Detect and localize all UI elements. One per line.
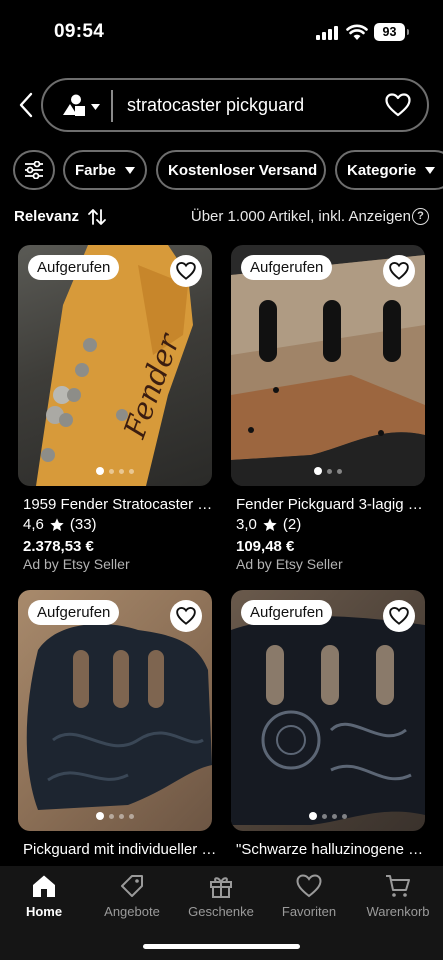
- product-price-1: 2.378,53 €: [23, 538, 94, 555]
- nav-offers[interactable]: Angebote: [88, 874, 176, 919]
- heart-icon: [176, 606, 196, 625]
- search-divider: [111, 90, 113, 122]
- wifi-icon: [346, 24, 368, 40]
- nav-favorites-label: Favoriten: [281, 904, 337, 919]
- favorite-button[interactable]: [170, 600, 202, 632]
- nav-gifts[interactable]: Geschenke: [177, 874, 265, 919]
- ad-label-2: Ad by Etsy Seller: [236, 556, 343, 572]
- cart-icon: [386, 875, 410, 897]
- nav-home-label: Home: [25, 904, 63, 919]
- review-count: (2): [282, 516, 302, 533]
- nav-home[interactable]: Home: [0, 874, 88, 919]
- nav-favorites[interactable]: Favoriten: [265, 874, 353, 919]
- review-count: (33): [69, 516, 97, 533]
- free-shipping-chip[interactable]: Kostenloser Versand: [156, 150, 326, 190]
- filter-sliders-icon: [25, 161, 43, 179]
- product-image-3[interactable]: Aufgerufen: [18, 590, 212, 831]
- product-image-1[interactable]: Fender Aufgerufen: [18, 245, 212, 486]
- viewed-badge: Aufgerufen: [28, 600, 120, 625]
- image-pager: [18, 812, 212, 820]
- tag-icon: [121, 875, 143, 897]
- product-image-4[interactable]: Aufgerufen: [231, 590, 425, 831]
- battery-indicator: 93: [374, 23, 409, 41]
- ad-label-1: Ad by Etsy Seller: [23, 556, 130, 572]
- product-rating-2: 3,0 (2): [236, 516, 301, 533]
- viewed-badge: Aufgerufen: [28, 255, 120, 280]
- category-filter-chip[interactable]: Kategorie: [335, 150, 443, 190]
- heart-icon: [176, 261, 196, 280]
- cellular-signal-icon: [316, 26, 340, 40]
- product-rating-1: 4,6 (33): [23, 516, 97, 533]
- status-time: 09:54: [54, 21, 105, 42]
- result-count: Über 1.000 Artikel, inkl. Anzeigen: [190, 208, 411, 225]
- info-icon[interactable]: ?: [412, 208, 429, 225]
- nav-cart-label: Warenkorb: [366, 904, 430, 919]
- star-icon: [50, 517, 64, 531]
- chevron-down-icon: [124, 166, 135, 174]
- favorite-button[interactable]: [170, 255, 202, 287]
- image-pager: [231, 467, 425, 475]
- filter-button[interactable]: [13, 150, 55, 190]
- image-pager: [18, 467, 212, 475]
- home-indicator: [143, 944, 300, 949]
- home-icon: [33, 875, 55, 897]
- chevron-left-icon[interactable]: [14, 90, 40, 120]
- product-image-2[interactable]: Aufgerufen: [231, 245, 425, 486]
- rating-value: 4,6: [23, 516, 44, 533]
- sort-label[interactable]: Relevanz: [14, 208, 79, 225]
- search-input[interactable]: stratocaster pickguard: [127, 95, 304, 116]
- nav-gifts-label: Geschenke: [188, 904, 254, 919]
- sort-arrows-icon[interactable]: [87, 207, 107, 227]
- viewed-badge: Aufgerufen: [241, 600, 333, 625]
- search-bar[interactable]: stratocaster pickguard: [41, 78, 429, 132]
- chevron-down-icon: [425, 166, 436, 174]
- product-price-2: 109,48 €: [236, 538, 295, 555]
- heart-icon: [296, 874, 322, 898]
- image-pager: [231, 812, 425, 820]
- heart-icon: [389, 606, 409, 625]
- product-title-3[interactable]: Pickguard mit individueller Gravur: [23, 841, 217, 858]
- shapes-icon[interactable]: [61, 94, 103, 118]
- rating-value: 3,0: [236, 516, 257, 533]
- nav-cart[interactable]: Warenkorb: [354, 874, 442, 919]
- category-filter-label: Kategorie: [347, 161, 417, 179]
- color-filter-chip[interactable]: Farbe: [63, 150, 147, 190]
- viewed-badge: Aufgerufen: [241, 255, 333, 280]
- favorite-button[interactable]: [383, 600, 415, 632]
- product-title-2[interactable]: Fender Pickguard 3-lagig Relic: [236, 496, 430, 513]
- star-icon: [263, 517, 277, 531]
- favorite-button[interactable]: [383, 255, 415, 287]
- status-bar: 09:54 93: [0, 0, 443, 64]
- gift-icon: [210, 877, 232, 898]
- heart-icon: [389, 261, 409, 280]
- product-title-4[interactable]: "Schwarze halluzinogene Blumen" Pickguar…: [236, 841, 430, 858]
- free-shipping-label: Kostenloser Versand: [168, 161, 318, 179]
- color-filter-label: Farbe: [75, 161, 116, 179]
- heart-icon[interactable]: [385, 93, 411, 117]
- nav-offers-label: Angebote: [104, 904, 160, 919]
- product-title-1[interactable]: 1959 Fender Stratocaster Headstock Stick…: [23, 496, 217, 513]
